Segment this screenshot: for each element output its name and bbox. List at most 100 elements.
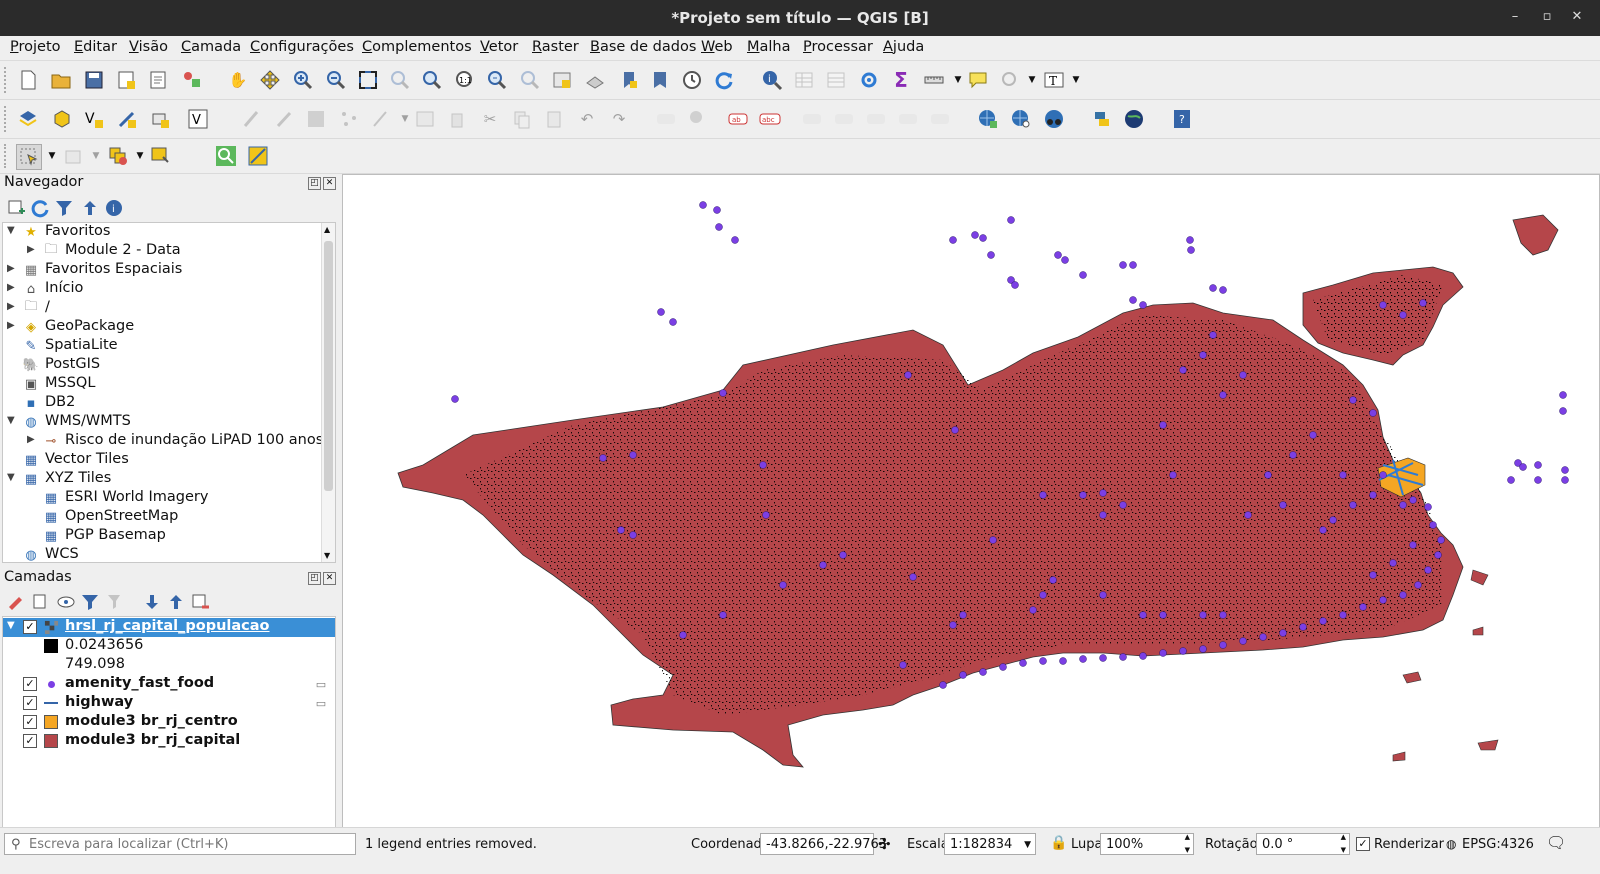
menu-web[interactable]: Web: [701, 39, 733, 55]
expand-arrow-icon[interactable]: ▼: [7, 225, 17, 236]
layer-styling-icon[interactable]: [4, 590, 28, 614]
render-checkbox[interactable]: ✓: [1356, 837, 1370, 851]
open-attribute-table-icon[interactable]: [792, 68, 816, 92]
collapse-all-layers-icon[interactable]: [164, 590, 188, 614]
metasearch-search-icon[interactable]: [1009, 107, 1033, 131]
rotate-label-icon[interactable]: [864, 107, 888, 131]
zoom-to-layer-icon[interactable]: [420, 68, 444, 92]
select-dropdown-arrow-icon[interactable]: ▼: [40, 144, 64, 168]
temporal-controller-icon[interactable]: [680, 68, 704, 92]
crs-button[interactable]: EPSG:4326: [1462, 837, 1534, 852]
zoom-last-icon[interactable]: [485, 68, 509, 92]
refresh-icon[interactable]: [712, 68, 736, 92]
text-annotation-dropdown-arrow-icon[interactable]: ▼: [1064, 68, 1088, 92]
quickmapservices-icon[interactable]: [1042, 107, 1066, 131]
collapse-arrow-icon[interactable]: ▶: [27, 244, 37, 255]
layer-item-hrsl-rj-capital-populacao[interactable]: ▼ ✓ hrsl_rj_capital_populacao: [3, 618, 335, 637]
select-by-value-dropdown-arrow-icon[interactable]: ▼: [84, 144, 108, 168]
float-panel-icon[interactable]: ◰: [308, 572, 321, 585]
add-group-icon[interactable]: [28, 590, 52, 614]
menu-malha[interactable]: Malha: [747, 39, 791, 55]
collapse-arrow-icon[interactable]: ▶: [7, 263, 17, 274]
help-icon[interactable]: ?: [1170, 107, 1194, 131]
pan-to-selection-icon[interactable]: [258, 68, 282, 92]
text-annotation-icon[interactable]: T: [1042, 68, 1066, 92]
select-features-icon[interactable]: [16, 144, 42, 170]
expand-arrow-icon[interactable]: ▼: [7, 620, 17, 631]
toolbar-handle[interactable]: [4, 67, 10, 93]
show-hide-labels-icon[interactable]: [800, 107, 824, 131]
pan-map-icon[interactable]: ✋: [226, 68, 250, 92]
python-console-icon[interactable]: [1090, 107, 1114, 131]
metasearch-icon[interactable]: [976, 107, 1000, 131]
menu-editar[interactable]: Editar: [74, 39, 117, 55]
new-temporary-layer-icon[interactable]: [148, 107, 172, 131]
close-panel-icon[interactable]: ✕: [323, 177, 336, 190]
menu-base-de-dados[interactable]: Base de dados: [590, 39, 696, 55]
redo-icon[interactable]: ↷: [607, 107, 631, 131]
minimize-button[interactable]: –: [1504, 6, 1526, 28]
map-render[interactable]: [343, 175, 1599, 827]
expand-arrow-icon[interactable]: ▼: [7, 415, 17, 426]
browser-tree[interactable]: ▼ ★ Favoritos ▶ 🗀 Module 2 - Data ▶ ▦ Fa…: [2, 222, 336, 563]
zoom-out-icon[interactable]: [324, 68, 348, 92]
label-properties-icon[interactable]: [928, 107, 952, 131]
cut-features-icon[interactable]: ✂: [478, 107, 502, 131]
field-calculator-icon[interactable]: [824, 68, 848, 92]
menu-complementos[interactable]: Complementos: [362, 39, 472, 55]
measure-line-icon[interactable]: [922, 68, 946, 92]
select-by-value-icon[interactable]: [62, 144, 86, 168]
scrollbar-thumb[interactable]: [324, 241, 333, 491]
toggle-editing-icon[interactable]: [272, 107, 296, 131]
pin-labels-icon[interactable]: [686, 107, 710, 131]
delete-selected-icon[interactable]: [445, 107, 469, 131]
expand-all-icon[interactable]: [140, 590, 164, 614]
show-bookmarks-icon[interactable]: [648, 68, 672, 92]
zoom-native-icon[interactable]: 1:1: [453, 68, 477, 92]
new-print-layout-icon[interactable]: [114, 68, 138, 92]
move-label-icon[interactable]: [832, 107, 856, 131]
layer-visibility-checkbox[interactable]: ✓: [23, 715, 37, 729]
embedded-widget-icon[interactable]: ▭: [313, 695, 329, 711]
manage-map-themes-icon[interactable]: [54, 590, 78, 614]
annotation-dropdown-arrow-icon[interactable]: ▼: [1020, 68, 1044, 92]
collapse-arrow-icon[interactable]: ▶: [27, 434, 37, 445]
add-feature-icon[interactable]: [337, 107, 361, 131]
maximize-button[interactable]: ▫: [1536, 6, 1558, 28]
identify-features-icon[interactable]: i: [760, 68, 784, 92]
magnifier-spinbox[interactable]: 100% ▲ ▼: [1100, 833, 1194, 855]
locator-search-input[interactable]: ⚲ Escreva para localizar (Ctrl+K): [4, 833, 356, 855]
layer-visibility-checkbox[interactable]: ✓: [23, 734, 37, 748]
collapse-all-icon[interactable]: [78, 196, 102, 220]
scroll-down-arrow-icon[interactable]: ▼: [324, 551, 330, 560]
scale-combo[interactable]: 1:182834 ▼: [944, 833, 1036, 855]
locator-search-icon[interactable]: [214, 144, 238, 168]
collapse-arrow-icon[interactable]: ▶: [7, 282, 17, 293]
close-panel-icon[interactable]: ✕: [323, 572, 336, 585]
statistics-summary-icon[interactable]: Σ: [889, 68, 913, 92]
float-panel-icon[interactable]: ◰: [308, 177, 321, 190]
map-tips-icon[interactable]: [966, 68, 990, 92]
chevron-down-icon[interactable]: ▼: [1024, 834, 1031, 856]
spin-arrows-icon[interactable]: ▲ ▼: [1185, 831, 1190, 857]
coordinate-mode-icon[interactable]: ✣: [878, 835, 891, 853]
layer-visibility-checkbox[interactable]: ✓: [23, 620, 37, 634]
zoom-full-icon[interactable]: [356, 68, 380, 92]
vertex-tool-icon[interactable]: [369, 107, 393, 131]
new-map-view-icon[interactable]: [550, 68, 574, 92]
data-source-manager-icon[interactable]: [16, 107, 40, 131]
new-shapefile-layer-icon[interactable]: V: [82, 107, 106, 131]
menu-visao[interactable]: Visão: [129, 39, 168, 55]
current-edits-icon[interactable]: [240, 107, 264, 131]
open-project-icon[interactable]: [49, 68, 73, 92]
deselect-all-icon[interactable]: [106, 144, 130, 168]
menu-ajuda[interactable]: Ajuda: [883, 39, 924, 55]
layout-manager-icon[interactable]: [146, 68, 170, 92]
layers-tree[interactable]: ▼ ✓ hrsl_rj_capital_populacao 0.0243656 …: [2, 616, 336, 828]
layer-item-highway[interactable]: ✓ highway ▭: [3, 694, 335, 713]
layer-visibility-checkbox[interactable]: ✓: [23, 677, 37, 691]
menu-vetor[interactable]: Vetor: [480, 39, 518, 55]
processing-toolbox-icon[interactable]: [857, 68, 881, 92]
filter-legend-icon[interactable]: [78, 590, 102, 614]
zoom-in-icon[interactable]: [291, 68, 315, 92]
